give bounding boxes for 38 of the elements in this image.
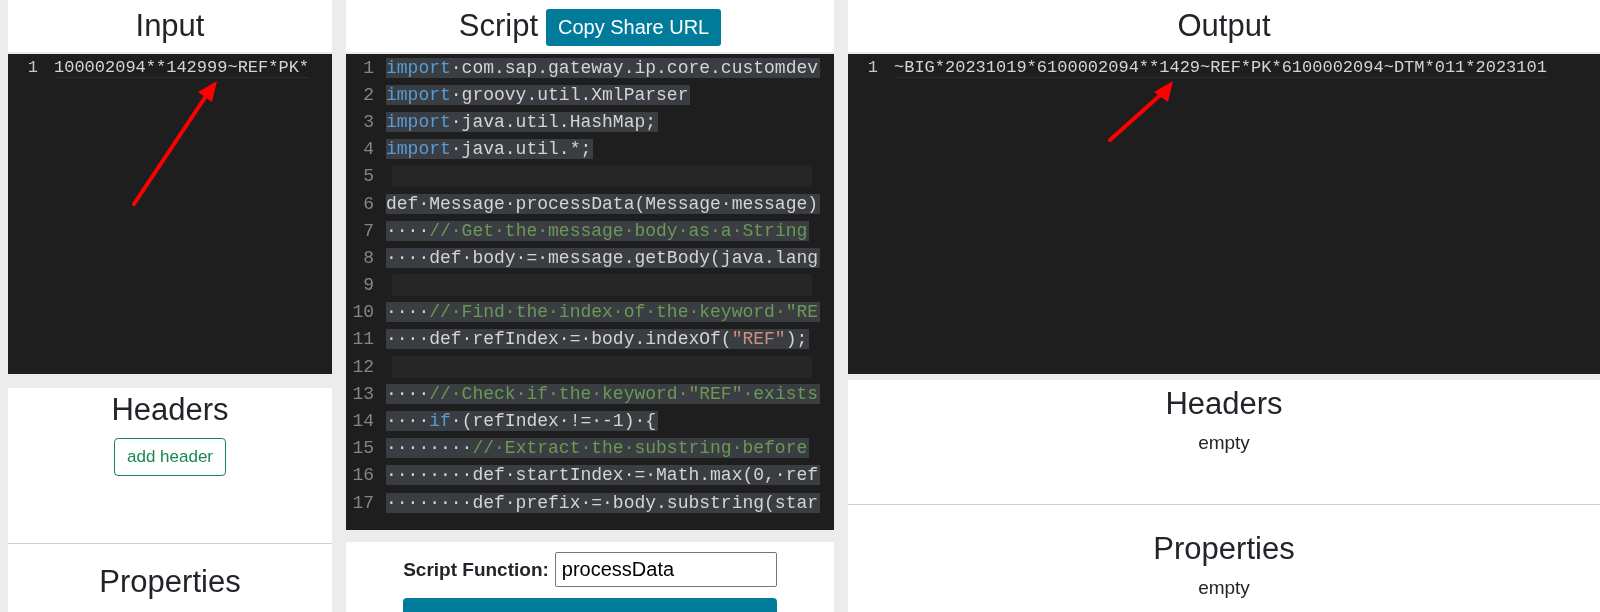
line-number: 13 [351,383,375,404]
copy-share-url-button[interactable]: Copy Share URL [546,8,722,46]
arrow-drawing [1108,80,1174,142]
line-number: 3 [362,111,375,132]
section-title: Headers [1165,386,1283,422]
line-number: 16 [351,465,375,486]
line-number: 14 [351,411,375,432]
line-number: 1 [866,58,879,77]
code-line: 100002094**142999~REF*PK* [54,57,310,78]
panel-title: Script [458,8,539,44]
function-input[interactable]: processData [554,552,777,587]
code-editor[interactable] [346,54,834,530]
section-title: Properties [1153,531,1295,567]
empty-text: empty [1198,577,1250,599]
code-line: ~BIG*20231019*6100002094**1429~REF*PK*6100002094~DTM*011*2023101 [894,57,1547,78]
line-number: 17 [351,492,375,513]
output-editor[interactable]: 1 ~BIG*20231019*6100002094**1429~REF*PK*6100002094~DTM*011*2023101 [848,54,1600,374]
line-number: 9 [362,275,375,296]
input-editor[interactable]: 1 100002094**142999~REF*PK* [8,54,332,374]
section-title: Properties [99,564,241,600]
line-number: 1 [26,58,39,77]
line-number: 10 [351,302,375,323]
line-number: 15 [351,438,375,459]
line-number: 4 [362,139,375,160]
line-number: 5 [362,166,375,187]
line-number: 12 [351,356,375,377]
line-number: 2 [362,84,375,105]
line-number: 7 [362,220,375,241]
line-number: 1 [362,57,375,78]
section-title: Headers [111,392,229,428]
panel-title: Input [135,8,205,44]
line-number: 8 [362,247,375,268]
add-header-button[interactable]: add header [114,438,226,476]
line-number: 11 [351,329,375,350]
field-label: Script Function: [403,558,549,581]
line-number: 6 [362,193,375,214]
panel-title: Output [1177,8,1271,44]
empty-text: empty [1198,432,1250,454]
